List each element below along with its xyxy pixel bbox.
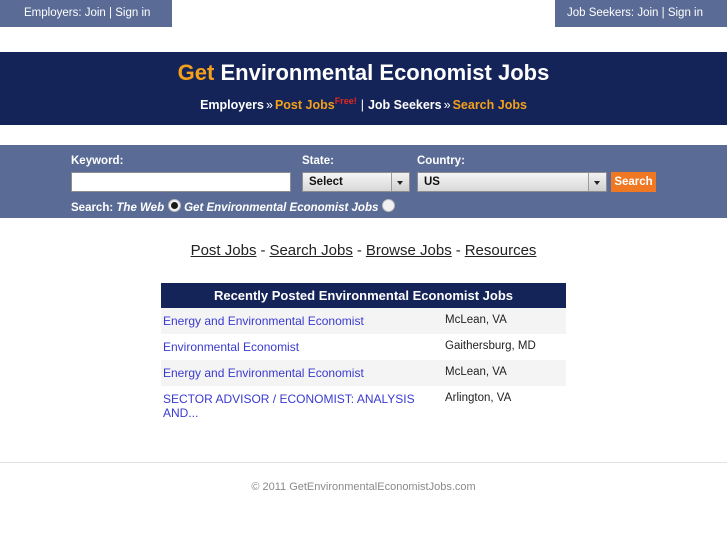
job-title-cell: Energy and Environmental Economist [161, 308, 441, 334]
nav-search-jobs[interactable]: Search Jobs [269, 242, 352, 259]
jobseekers-account-bar: Job Seekers: Join | Sign in [555, 0, 727, 27]
nav-separator: - [260, 242, 266, 259]
main-nav: Post Jobs - Search Jobs - Browse Jobs - Resour… [0, 242, 727, 259]
job-title-cell: Energy and Environmental Economist [161, 360, 441, 386]
search-scope-prefix: Search: [71, 202, 114, 214]
employers-label: Employers: [24, 7, 82, 19]
nav-separator: - [455, 242, 461, 259]
job-title-link[interactable]: SECTOR ADVISOR / ECONOMIST: ANALYSIS AND… [163, 392, 415, 420]
footer-copyright: © 2011 GetEnvironmentalEconomistJobs.com [251, 481, 476, 493]
employers-separator: | [109, 7, 113, 19]
page-title: Get Environmental Economist Jobs [0, 52, 727, 86]
employers-account-bar: Employers: Join | Sign in [0, 0, 172, 27]
masthead-arrow-1-icon: » [265, 98, 273, 113]
masthead-banner: Get Environmental Economist Jobs Employe… [0, 52, 727, 125]
radio-web-label: The Web [116, 202, 165, 214]
state-select-value: Select [309, 176, 343, 188]
nav-resources[interactable]: Resources [465, 242, 537, 259]
masthead-links: Employers» Post JobsFree! | Job Seekers» Sea… [0, 96, 727, 112]
jobseekers-label: Job Seekers: [566, 7, 635, 19]
masthead-post-jobs-link[interactable]: Post Jobs [275, 98, 335, 112]
recent-jobs-panel: Recently Posted Environmental Economist … [161, 283, 566, 426]
radio-site-label: Get Environmental Economist Jobs [184, 202, 379, 214]
country-select[interactable]: US [417, 172, 607, 192]
job-location-cell: Gaithersburg, MD [441, 334, 566, 360]
site-title-accent: Get [177, 60, 215, 85]
state-select[interactable]: Select [302, 172, 410, 192]
job-location-cell: McLean, VA [441, 360, 566, 386]
recent-jobs-table: Energy and Environmental Economist McLea… [161, 308, 566, 426]
radio-site[interactable] [382, 199, 396, 212]
employers-signin-link[interactable]: Sign in [115, 7, 150, 19]
search-field-labels: Keyword: State: Country: [0, 155, 727, 169]
nav-browse-jobs[interactable]: Browse Jobs [366, 242, 452, 259]
search-button[interactable]: Search [611, 172, 656, 192]
job-title-cell: Environmental Economist [161, 334, 441, 360]
masthead-jobseekers-label: Job Seekers [367, 98, 442, 113]
jobseekers-join-link[interactable]: Join [637, 7, 658, 19]
masthead-arrow-2-icon: » [443, 98, 451, 113]
nav-post-jobs[interactable]: Post Jobs [191, 242, 257, 259]
chevron-down-icon [391, 173, 409, 191]
jobseekers-separator: | [661, 7, 665, 19]
country-label: Country: [417, 155, 465, 167]
employers-join-link[interactable]: Join [85, 7, 106, 19]
job-title-cell: SECTOR ADVISOR / ECONOMIST: ANALYSIS AND… [161, 386, 441, 426]
chevron-down-icon [588, 173, 606, 191]
table-row[interactable]: Energy and Environmental Economist McLea… [161, 308, 566, 334]
recent-jobs-header: Recently Posted Environmental Economist … [161, 283, 566, 308]
job-location-cell: Arlington, VA [441, 386, 566, 426]
job-title-link[interactable]: Environmental Economist [163, 340, 299, 354]
masthead-search-jobs-link[interactable]: Search Jobs [453, 98, 527, 112]
country-select-value: US [424, 176, 440, 188]
nav-separator: - [356, 242, 362, 259]
table-row[interactable]: SECTOR ADVISOR / ECONOMIST: ANALYSIS AND… [161, 386, 566, 426]
footer-divider [0, 462, 727, 463]
free-badge: Free! [334, 96, 357, 106]
site-title-rest: Environmental Economist Jobs [214, 60, 550, 85]
masthead-employers-label: Employers [200, 98, 264, 113]
job-title-link[interactable]: Energy and Environmental Economist [163, 366, 364, 380]
keyword-label: Keyword: [71, 155, 124, 167]
job-location-cell: McLean, VA [441, 308, 566, 334]
table-row[interactable]: Energy and Environmental Economist McLea… [161, 360, 566, 386]
search-controls: Select US Search [0, 172, 727, 194]
table-row[interactable]: Environmental Economist Gaithersburg, MD [161, 334, 566, 360]
radio-web[interactable] [168, 199, 182, 212]
keyword-input[interactable] [71, 172, 291, 192]
job-title-link[interactable]: Energy and Environmental Economist [163, 314, 364, 328]
masthead-pipe: | [360, 98, 364, 113]
jobseekers-signin-link[interactable]: Sign in [668, 7, 703, 19]
search-scope-radios: Search: The Web Get Environmental Economi… [71, 199, 398, 214]
page-root: Employers: Join | Sign in Job Seekers: J… [0, 0, 727, 545]
search-band: Keyword: State: Country: Select US Searc… [0, 145, 727, 218]
state-label: State: [302, 155, 334, 167]
